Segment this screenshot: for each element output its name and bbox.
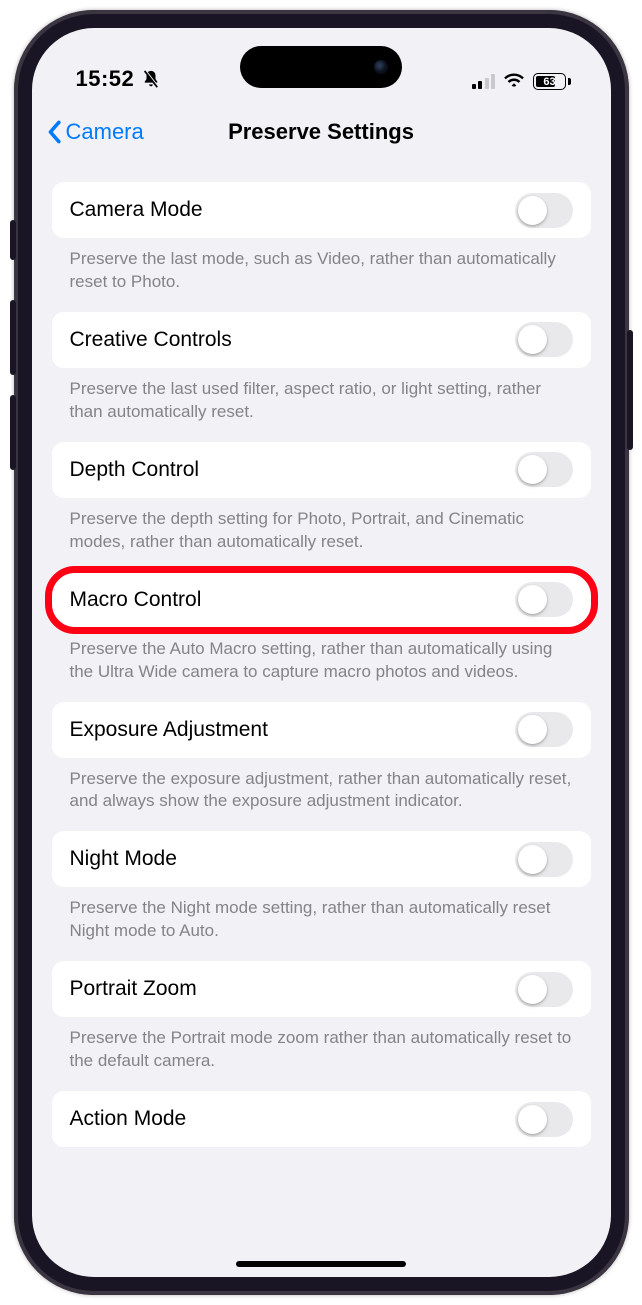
toggle-switch[interactable] (515, 842, 573, 877)
setting-group: Macro Control Preserve the Auto Macro set… (52, 572, 591, 684)
battery-icon: 63 (533, 73, 571, 90)
setting-group: Creative Controls Preserve the last used … (52, 312, 591, 424)
setting-label: Portrait Zoom (70, 977, 197, 1001)
setting-footer: Preserve the Night mode setting, rather … (52, 887, 591, 943)
front-camera-icon (374, 60, 388, 74)
setting-group: Camera Mode Preserve the last mode, such … (52, 182, 591, 294)
setting-group: Portrait Zoom Preserve the Portrait mode … (52, 961, 591, 1073)
status-time: 15:52 (76, 66, 135, 92)
setting-label: Exposure Adjustment (70, 718, 268, 742)
setting-label: Camera Mode (70, 198, 203, 222)
toggle-knob (518, 455, 547, 484)
dynamic-island (240, 46, 402, 88)
phone-frame: 15:52 63 (14, 10, 629, 1295)
toggle-switch[interactable] (515, 452, 573, 487)
toggle-knob (518, 1105, 547, 1134)
setting-footer: Preserve the last used filter, aspect ra… (52, 368, 591, 424)
setting-group: Depth Control Preserve the depth setting … (52, 442, 591, 554)
setting-row[interactable]: Portrait Zoom (52, 961, 591, 1017)
setting-group: Exposure Adjustment Preserve the exposure… (52, 702, 591, 814)
setting-label: Creative Controls (70, 328, 232, 352)
side-button-vol-down (10, 395, 16, 470)
setting-row[interactable]: Action Mode (52, 1091, 591, 1147)
side-button-silence (10, 220, 16, 260)
setting-group: Action Mode (52, 1091, 591, 1147)
wifi-icon (503, 71, 525, 92)
screen: 15:52 63 (32, 28, 611, 1277)
cell-signal-icon (472, 74, 496, 89)
setting-label: Macro Control (70, 588, 202, 612)
toggle-knob (518, 196, 547, 225)
setting-group: Night Mode Preserve the Night mode settin… (52, 831, 591, 943)
setting-label: Depth Control (70, 458, 200, 482)
setting-label: Action Mode (70, 1107, 187, 1131)
side-button-vol-up (10, 300, 16, 375)
toggle-switch[interactable] (515, 193, 573, 228)
setting-footer: Preserve the exposure adjustment, rather… (52, 758, 591, 814)
setting-row[interactable]: Exposure Adjustment (52, 702, 591, 758)
setting-row[interactable]: Depth Control (52, 442, 591, 498)
setting-footer: Preserve the Portrait mode zoom rather t… (52, 1017, 591, 1073)
toggle-switch[interactable] (515, 322, 573, 357)
toggle-switch[interactable] (515, 972, 573, 1007)
chevron-left-icon (46, 120, 62, 144)
page-title: Preserve Settings (228, 119, 414, 145)
side-button-power (627, 330, 633, 450)
setting-row[interactable]: Night Mode (52, 831, 591, 887)
battery-percentage: 63 (543, 76, 555, 88)
toggle-switch[interactable] (515, 1102, 573, 1137)
setting-row[interactable]: Macro Control (52, 572, 591, 628)
toggle-switch[interactable] (515, 712, 573, 747)
setting-footer: Preserve the last mode, such as Video, r… (52, 238, 591, 294)
toggle-knob (518, 585, 547, 614)
toggle-knob (518, 975, 547, 1004)
back-button[interactable]: Camera (46, 119, 144, 145)
setting-row[interactable]: Creative Controls (52, 312, 591, 368)
silent-mode-icon (142, 69, 160, 89)
setting-footer: Preserve the Auto Macro setting, rather … (52, 628, 591, 684)
navigation-bar: Camera Preserve Settings (32, 106, 611, 158)
toggle-knob (518, 715, 547, 744)
setting-label: Night Mode (70, 847, 177, 871)
toggle-knob (518, 845, 547, 874)
toggle-switch[interactable] (515, 582, 573, 617)
back-label: Camera (66, 119, 144, 145)
settings-list[interactable]: Camera Mode Preserve the last mode, such … (32, 158, 611, 1277)
setting-footer: Preserve the depth setting for Photo, Po… (52, 498, 591, 554)
toggle-knob (518, 325, 547, 354)
home-indicator[interactable] (236, 1261, 406, 1267)
setting-row[interactable]: Camera Mode (52, 182, 591, 238)
